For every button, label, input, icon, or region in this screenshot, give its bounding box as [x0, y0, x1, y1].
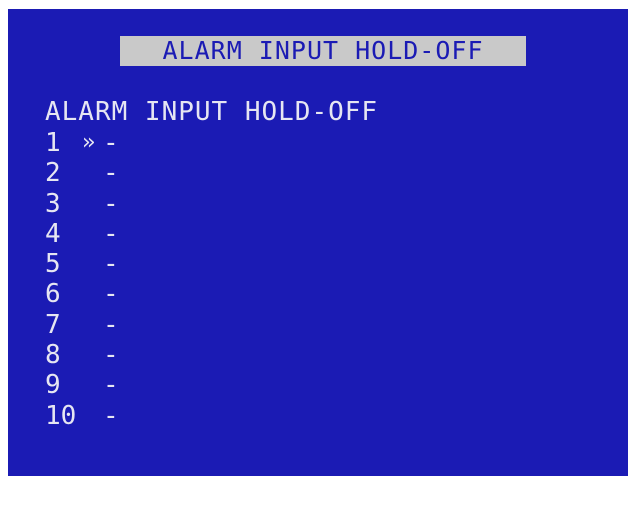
hold-off-value[interactable]: - [103, 401, 119, 431]
hold-off-value[interactable]: - [103, 128, 119, 158]
alarm-input-number: 6 [45, 279, 61, 310]
hold-off-value[interactable]: - [103, 189, 119, 219]
menu-heading: ALARM INPUT HOLD-OFF [45, 97, 379, 127]
alarm-input-row-6[interactable]: 6 - [45, 279, 139, 309]
hold-off-value[interactable]: - [103, 310, 119, 340]
alarm-input-number: 5 [45, 249, 61, 280]
alarm-input-row-2[interactable]: 2 - [45, 158, 139, 188]
alarm-input-number: 4 [45, 218, 61, 249]
alarm-input-row-5[interactable]: 5 - [45, 249, 139, 279]
title-bar: ALARM INPUT HOLD-OFF [120, 36, 526, 66]
alarm-input-number: 8 [45, 340, 61, 371]
alarm-input-number: 9 [45, 370, 61, 401]
selection-cursor-icon: » [82, 130, 96, 155]
alarm-input-row-10[interactable]: 10 - [45, 401, 139, 431]
alarm-input-number: 1 [45, 128, 61, 158]
alarm-input-row-7[interactable]: 7 - [45, 310, 139, 340]
hold-off-value[interactable]: - [103, 370, 119, 400]
alarm-input-row-8[interactable]: 8 - [45, 340, 139, 370]
hold-off-value[interactable]: - [103, 249, 119, 279]
alarm-input-number: 7 [45, 309, 61, 340]
alarm-input-number: 2 [45, 158, 61, 189]
hold-off-value[interactable]: - [103, 158, 119, 188]
osd-screen: ALARM INPUT HOLD-OFF ALARM INPUT HOLD-OF… [8, 9, 628, 476]
title-text: ALARM INPUT HOLD-OFF [162, 36, 484, 65]
alarm-input-row-3[interactable]: 3 - [45, 189, 139, 219]
hold-off-value[interactable]: - [103, 219, 119, 249]
alarm-input-list: 1 » - 2 - 3 - 4 - 5 - 6 - 7 - 8 - 9 - 10… [45, 128, 139, 431]
alarm-input-row-1[interactable]: 1 » - [45, 128, 139, 158]
alarm-input-number: 3 [45, 188, 61, 219]
alarm-input-number: 10 [45, 400, 77, 431]
alarm-input-row-9[interactable]: 9 - [45, 370, 139, 400]
hold-off-value[interactable]: - [103, 340, 119, 370]
alarm-input-row-4[interactable]: 4 - [45, 219, 139, 249]
hold-off-value[interactable]: - [103, 279, 119, 309]
